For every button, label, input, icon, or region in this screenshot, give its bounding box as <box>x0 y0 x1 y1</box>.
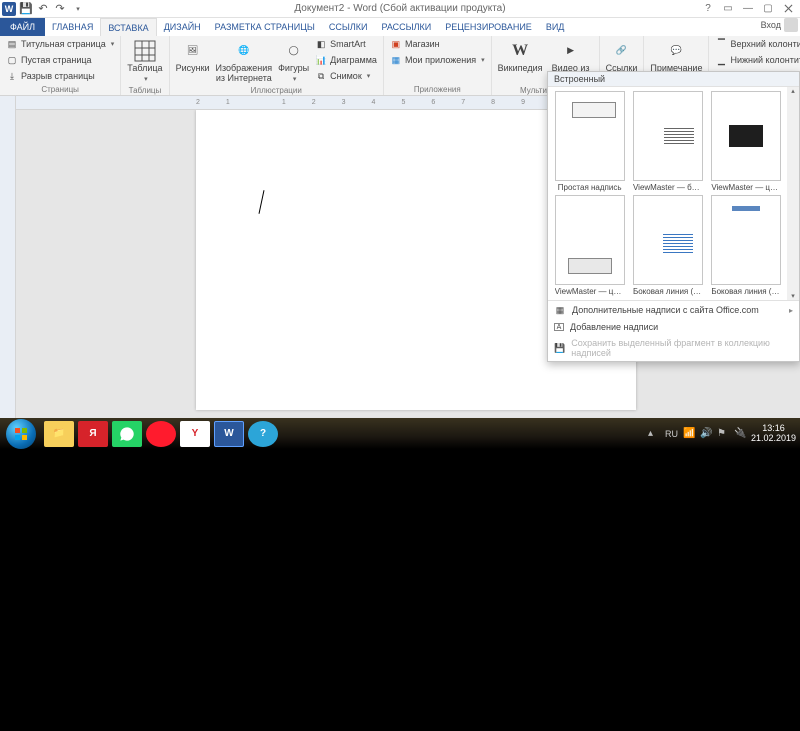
picture-icon: 🖼 <box>182 40 204 62</box>
apps-icon: ▦ <box>390 55 402 67</box>
gallery-item-viewmaster-quote[interactable]: ViewMaster — цитата... <box>709 91 784 192</box>
video-icon: ▶ <box>560 40 582 62</box>
group-pages-label: Страницы <box>4 85 116 95</box>
header-icon: ▔ <box>715 39 727 51</box>
ribbon-options-button[interactable]: ▭ <box>718 2 738 16</box>
textbox-gallery: Встроенный Простая надпись ViewMaster — … <box>547 71 800 362</box>
help-button[interactable]: ? <box>698 2 718 16</box>
chart-icon: 📊 <box>315 55 327 67</box>
footer-icon: ▁ <box>715 55 727 67</box>
online-pictures-button[interactable]: 🌐Изображения из Интернета <box>214 38 275 86</box>
link-icon: 🔗 <box>611 40 633 62</box>
screenshot-button[interactable]: ⧉Снимок <box>313 70 379 84</box>
tab-references[interactable]: ССЫЛКИ <box>322 18 375 36</box>
taskbar-word[interactable]: W <box>214 421 244 447</box>
shapes-button[interactable]: ◯Фигуры <box>276 38 311 86</box>
close-button[interactable] <box>778 2 798 16</box>
start-button[interactable] <box>6 419 36 449</box>
smartart-button[interactable]: ◧SmartArt <box>313 38 379 52</box>
tray-show-hidden[interactable]: ▴ <box>648 428 660 440</box>
taskbar-opera[interactable] <box>146 421 176 447</box>
tray-clock[interactable]: 13:16 21.02.2019 <box>751 424 796 444</box>
blank-page-button[interactable]: ▢Пустая страница <box>4 54 116 68</box>
break-icon: ⤓ <box>6 71 18 83</box>
gallery-item-sideline-quote[interactable]: Боковая линия (цита... <box>709 195 784 296</box>
avatar[interactable] <box>784 18 798 32</box>
store-button[interactable]: ▣Магазин <box>388 38 487 52</box>
taskbar-whatsapp[interactable] <box>112 421 142 447</box>
office-icon: ▦ <box>554 304 566 316</box>
store-icon: ▣ <box>390 39 402 51</box>
online-picture-icon: 🌐 <box>233 40 255 62</box>
tab-view[interactable]: ВИД <box>539 18 572 36</box>
gallery-item-viewmaster-side[interactable]: ViewMaster — боков... <box>630 91 705 192</box>
tab-insert[interactable]: ВСТАВКА <box>100 18 156 36</box>
gallery-item-simple[interactable]: Простая надпись <box>552 91 627 192</box>
pictures-button[interactable]: 🖼Рисунки <box>174 38 212 76</box>
smartart-icon: ◧ <box>315 39 327 51</box>
tab-review[interactable]: РЕЦЕНЗИРОВАНИЕ <box>438 18 539 36</box>
gallery-more-office[interactable]: ▦Дополнительные надписи с сайта Office.c… <box>548 301 799 319</box>
table-icon <box>134 40 156 62</box>
minimize-button[interactable]: — <box>738 2 758 16</box>
header-button[interactable]: ▔Верхний колонтитул <box>713 38 800 52</box>
qat-redo[interactable]: ↷ <box>53 2 67 16</box>
page-icon: ▤ <box>6 39 18 51</box>
gallery-draw-textbox[interactable]: AДобавление надписи <box>548 319 799 335</box>
tab-design[interactable]: ДИЗАЙН <box>157 18 208 36</box>
vertical-ruler[interactable] <box>0 96 16 431</box>
draw-textbox-icon: A <box>554 323 564 331</box>
text-cursor <box>259 190 265 214</box>
tab-layout[interactable]: РАЗМЕТКА СТРАНИЦЫ <box>208 18 322 36</box>
word-logo: W <box>2 2 16 16</box>
comment-icon: 💬 <box>665 40 687 62</box>
shapes-icon: ◯ <box>283 40 305 62</box>
gallery-header: Встроенный <box>548 72 799 87</box>
ribbon-tabs: ФАЙЛ ГЛАВНАЯ ВСТАВКА ДИЗАЙН РАЗМЕТКА СТР… <box>0 18 800 36</box>
gallery-scrollbar[interactable]: ▴▾ <box>787 87 799 300</box>
tab-mailings[interactable]: РАССЫЛКИ <box>374 18 438 36</box>
maximize-button[interactable]: ▢ <box>758 2 778 16</box>
my-apps-button[interactable]: ▦Мои приложения <box>388 54 487 68</box>
screenshot-icon: ⧉ <box>315 71 327 83</box>
qat-save[interactable]: 💾 <box>19 2 33 16</box>
group-apps-label: Приложения <box>388 85 487 95</box>
windows-taskbar: 📁 Я Y W ? ▴ RU 📶 🔊 ⚑ 🔌 13:16 21.02.2019 <box>0 418 800 449</box>
footer-button[interactable]: ▁Нижний колонтитул <box>713 54 800 68</box>
blank-area <box>0 449 800 731</box>
gallery-item-sideline-side[interactable]: Боковая линия (Боко... <box>630 195 705 296</box>
blank-page-icon: ▢ <box>6 55 18 67</box>
wikipedia-icon: W <box>509 40 531 62</box>
window-title: Документ2 - Word (Сбой активации продукт… <box>294 3 505 14</box>
chart-button[interactable]: 📊Диаграмма <box>313 54 379 68</box>
signin-label[interactable]: Вход <box>761 20 781 30</box>
page-break-button[interactable]: ⤓Разрыв страницы <box>4 70 116 84</box>
taskbar-help[interactable]: ? <box>248 421 278 447</box>
cover-page-button[interactable]: ▤Титульная страница <box>4 38 116 52</box>
qat-undo[interactable]: ↶ <box>36 2 50 16</box>
gallery-item-viewmaster-quote-2[interactable]: ViewMaster — цитата... <box>552 195 627 296</box>
tray-language[interactable]: RU <box>665 429 678 439</box>
tray-network-icon[interactable]: 📶 <box>683 428 695 440</box>
tray-power-icon[interactable]: 🔌 <box>734 428 746 440</box>
titlebar: W 💾 ↶ ↷ Документ2 - Word (Сбой активации… <box>0 0 800 18</box>
table-button[interactable]: Таблица <box>125 38 164 86</box>
group-illustrations-label: Иллюстрации <box>174 86 379 96</box>
tray-action-icon[interactable]: ⚑ <box>717 428 729 440</box>
taskbar-explorer[interactable]: 📁 <box>44 421 74 447</box>
group-tables-label: Таблицы <box>125 86 164 96</box>
tray-sound-icon[interactable]: 🔊 <box>700 428 712 440</box>
save-gallery-icon: 💾 <box>554 342 565 354</box>
tab-home[interactable]: ГЛАВНАЯ <box>45 18 100 36</box>
taskbar-yandex[interactable]: Я <box>78 421 108 447</box>
qat-customize[interactable] <box>70 2 84 16</box>
wikipedia-button[interactable]: WВикипедия <box>496 38 545 76</box>
gallery-save-selection: 💾Сохранить выделенный фрагмент в коллекц… <box>548 335 799 361</box>
tab-file[interactable]: ФАЙЛ <box>0 18 45 36</box>
taskbar-yabrowser[interactable]: Y <box>180 421 210 447</box>
